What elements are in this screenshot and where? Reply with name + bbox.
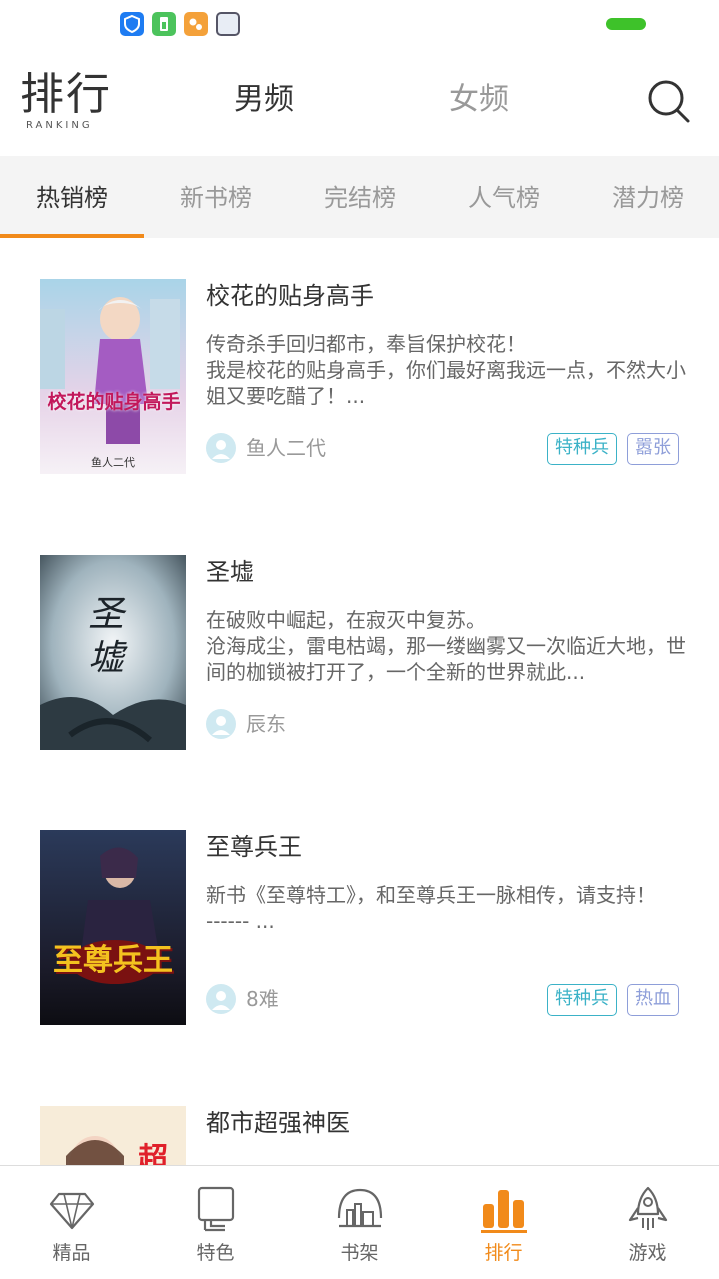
cover-title: 超: [138, 1142, 168, 1165]
book-description: 传奇杀手回归都市，奉旨保护校花！ 我是校花的贴身高手，你们最好离我远一点，不然大…: [206, 332, 686, 408]
shield-icon: [120, 12, 144, 36]
cover-title: 校花的贴身高手: [47, 391, 181, 413]
bookshelf-icon: [337, 1188, 383, 1228]
battery-saver-icon: [152, 12, 176, 36]
page-logo-subtitle: RANKING: [26, 120, 93, 131]
cover-title: 至尊兵王: [53, 943, 173, 978]
book-cover[interactable]: 超: [40, 1106, 186, 1165]
tab-completed[interactable]: 完结榜: [288, 156, 432, 238]
tab-female[interactable]: 女频: [449, 78, 509, 122]
header: 排行 RANKING 男频 女频: [0, 48, 719, 154]
book-title[interactable]: 都市超强神医: [206, 1106, 350, 1140]
nav-ranking[interactable]: 排行: [432, 1166, 575, 1279]
book-title[interactable]: 校花的贴身高手: [206, 279, 374, 313]
rank-tabs: 热销榜 新书榜 完结榜 人气榜 潜力榜: [0, 156, 719, 238]
tablet-icon: [197, 1186, 235, 1232]
square-icon: [216, 12, 240, 36]
nav-label: 特色: [196, 1242, 235, 1264]
book-description: 新书《至尊特工》，和至尊兵王一脉相传，请支持！ ------ ...: [206, 883, 656, 933]
bottom-nav: 精品 特色 书架 排行 游戏: [0, 1165, 719, 1279]
tag-badge[interactable]: 嚣张: [627, 433, 679, 465]
rocket-icon: [628, 1186, 668, 1230]
tag-badge[interactable]: 热血: [627, 984, 679, 1016]
nav-games[interactable]: 游戏: [576, 1166, 719, 1279]
book-cover[interactable]: 至尊兵王: [40, 830, 186, 1025]
nav-label: 游戏: [628, 1242, 667, 1264]
nav-featured[interactable]: 精品: [0, 1166, 143, 1279]
book-title[interactable]: 至尊兵王: [206, 830, 302, 864]
battery-icon: [606, 18, 646, 30]
author-name: 8难: [246, 987, 279, 1011]
avatar: [206, 433, 236, 463]
search-button[interactable]: [646, 78, 692, 124]
book-item[interactable]: 至尊兵王 至尊兵王 新书《至尊特工》，和至尊兵王一脉相传，请支持！ ------…: [0, 830, 719, 1030]
diamond-icon: [49, 1192, 95, 1230]
tab-potential[interactable]: 潜力榜: [576, 156, 719, 238]
book-description: 在破败中崛起，在寂灭中复苏。 沧海成尘，雷电枯竭，那一缕幽雾又一次临近大地，世间…: [206, 608, 686, 684]
tag-badge[interactable]: 特种兵: [547, 984, 617, 1016]
tab-new-books[interactable]: 新书榜: [144, 156, 288, 238]
book-item[interactable]: 校花的贴身高手 鱼人二代 校花的贴身高手 传奇杀手回归都市，奉旨保护校花！ 我是…: [0, 279, 719, 479]
nav-label: 精品: [52, 1242, 91, 1264]
nav-bookshelf[interactable]: 书架: [288, 1166, 431, 1279]
nav-label: 排行: [484, 1242, 523, 1264]
author-name: 鱼人二代: [246, 436, 326, 460]
tab-male[interactable]: 男频: [234, 78, 294, 122]
cover-title: 圣墟: [88, 594, 125, 679]
book-item[interactable]: 圣墟 圣墟 在破败中崛起，在寂灭中复苏。 沧海成尘，雷电枯竭，那一缕幽雾又一次临…: [0, 555, 719, 755]
author-name: 辰东: [246, 712, 286, 736]
book-cover[interactable]: 圣墟: [40, 555, 186, 750]
nav-label: 书架: [340, 1242, 379, 1264]
browser-icon: [184, 12, 208, 36]
tag-badge[interactable]: 特种兵: [547, 433, 617, 465]
status-bar: [0, 0, 719, 48]
nav-special[interactable]: 特色: [144, 1166, 287, 1279]
search-icon: [648, 80, 690, 123]
tab-popular[interactable]: 人气榜: [432, 156, 576, 238]
book-title[interactable]: 圣墟: [206, 555, 254, 589]
book-item[interactable]: 超 都市超强神医: [0, 1106, 719, 1165]
avatar: [206, 984, 236, 1014]
page-logo: 排行: [20, 69, 112, 120]
avatar: [206, 709, 236, 739]
book-cover[interactable]: 校花的贴身高手 鱼人二代: [40, 279, 186, 474]
cover-author: 鱼人二代: [91, 456, 135, 469]
tab-hot-sales[interactable]: 热销榜: [0, 156, 144, 238]
bar-chart-icon: [481, 1190, 527, 1233]
